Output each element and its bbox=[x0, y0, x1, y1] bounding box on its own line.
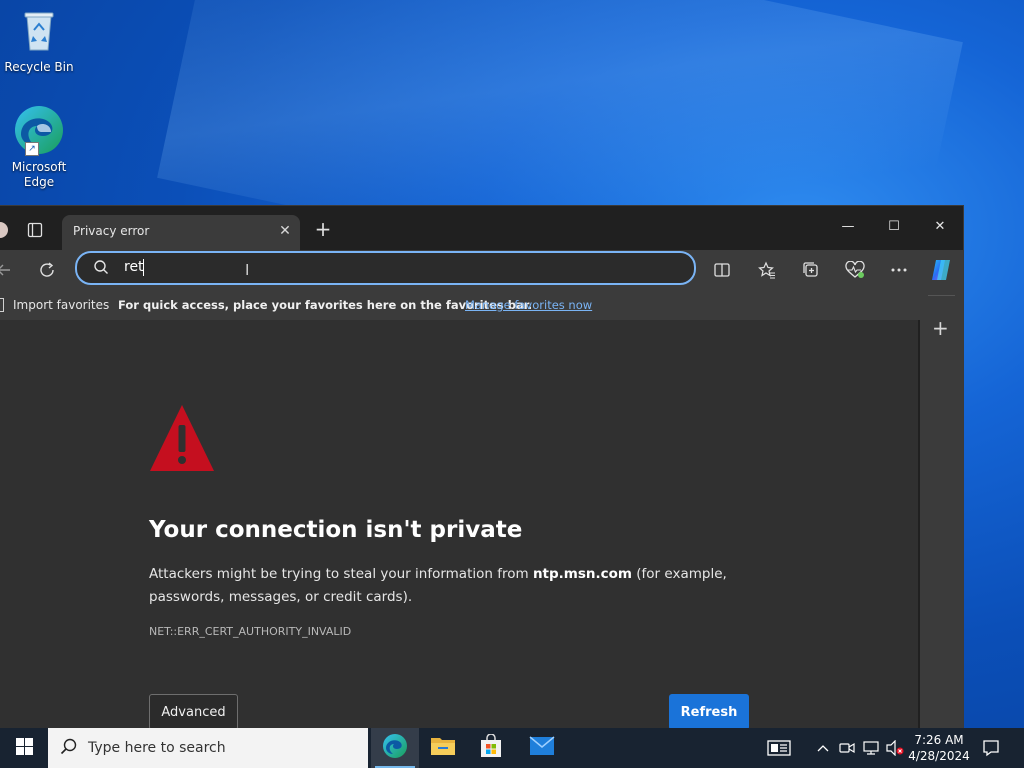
sidebar-divider bbox=[928, 295, 955, 296]
desktop-icon-recycle-bin[interactable]: Recycle Bin bbox=[1, 8, 77, 75]
error-page: Your connection isn't private Attackers … bbox=[0, 320, 918, 730]
mail-envelope-icon bbox=[529, 736, 555, 760]
notifications-icon[interactable] bbox=[978, 728, 1004, 768]
toolbar: ret I bbox=[0, 250, 963, 290]
favorites-bar: Import favorites For quick access, place… bbox=[0, 290, 928, 320]
copilot-icon[interactable] bbox=[927, 256, 955, 284]
edge-browser-window: Privacy error ✕ + — ☐ ✕ ret I Import fav… bbox=[0, 205, 964, 730]
title-bar: Privacy error ✕ + — ☐ ✕ bbox=[0, 206, 963, 250]
tab-close-icon[interactable]: ✕ bbox=[278, 224, 292, 238]
sidebar-panel: + bbox=[920, 290, 963, 729]
error-description: Attackers might be trying to steal your … bbox=[149, 563, 769, 609]
error-description-prefix: Attackers might be trying to steal your … bbox=[149, 566, 533, 582]
maximize-button[interactable]: ☐ bbox=[872, 212, 916, 242]
clock-time: 7:26 AM bbox=[914, 733, 964, 747]
folder-icon bbox=[430, 735, 456, 761]
taskbar-store[interactable] bbox=[467, 728, 515, 768]
tab-title: Privacy error bbox=[73, 224, 150, 238]
text-caret bbox=[143, 259, 144, 276]
tab-actions bbox=[0, 216, 60, 244]
settings-more-icon[interactable] bbox=[885, 256, 913, 284]
sidebar-add-icon[interactable]: + bbox=[932, 316, 949, 340]
taskbar-search-box[interactable]: Type here to search bbox=[48, 728, 368, 768]
error-host: ntp.msn.com bbox=[532, 566, 632, 582]
taskbar-search-placeholder: Type here to search bbox=[88, 740, 226, 756]
advanced-button[interactable]: Advanced bbox=[149, 694, 238, 730]
import-favorites-icon bbox=[0, 298, 4, 312]
store-bag-icon bbox=[479, 733, 503, 762]
search-icon bbox=[93, 259, 109, 279]
taskbar-file-explorer[interactable] bbox=[419, 728, 467, 768]
volume-muted-icon[interactable] bbox=[884, 728, 906, 768]
refresh-icon[interactable] bbox=[33, 256, 61, 284]
network-icon[interactable] bbox=[861, 728, 881, 768]
close-window-button[interactable]: ✕ bbox=[918, 212, 962, 242]
address-input[interactable]: ret bbox=[124, 259, 144, 275]
browser-essentials-heart-icon[interactable] bbox=[841, 256, 869, 284]
address-bar[interactable]: ret I bbox=[75, 251, 696, 285]
back-arrow-icon[interactable] bbox=[0, 256, 18, 284]
favorites-star-icon[interactable] bbox=[753, 256, 781, 284]
news-widget-icon[interactable] bbox=[764, 728, 794, 768]
start-button[interactable] bbox=[0, 728, 48, 768]
error-heading: Your connection isn't private bbox=[149, 517, 523, 543]
collections-icon[interactable] bbox=[797, 256, 825, 284]
desktop-icon-label: Microsoft Edge bbox=[11, 160, 67, 189]
windows-logo-icon bbox=[15, 737, 33, 759]
clock-date: 4/28/2024 bbox=[908, 749, 970, 763]
manage-favorites-link[interactable]: Manage favorites now bbox=[465, 298, 592, 312]
ibeam-cursor-icon: I bbox=[245, 261, 250, 279]
desktop-icon-label: Recycle Bin bbox=[4, 60, 74, 74]
edge-icon: ↗ bbox=[13, 104, 65, 156]
split-screen-icon[interactable] bbox=[708, 256, 736, 284]
meet-now-icon[interactable] bbox=[838, 728, 856, 768]
recycle-bin-icon bbox=[1, 8, 77, 56]
minimize-button[interactable]: — bbox=[826, 212, 870, 242]
tab-privacy-error[interactable]: Privacy error ✕ bbox=[62, 215, 300, 250]
show-hidden-icons-chevron-icon[interactable] bbox=[814, 728, 832, 768]
import-favorites-button[interactable]: Import favorites bbox=[13, 298, 109, 312]
taskbar: Type here to search 7:26 AM 4/28/2024 bbox=[0, 728, 1024, 768]
taskbar-mail[interactable] bbox=[518, 728, 566, 768]
taskbar-clock[interactable]: 7:26 AM 4/28/2024 bbox=[906, 732, 972, 764]
taskbar-edge[interactable] bbox=[371, 728, 419, 768]
error-code: NET::ERR_CERT_AUTHORITY_INVALID bbox=[149, 625, 352, 638]
edge-icon bbox=[382, 733, 408, 763]
refresh-button[interactable]: Refresh bbox=[669, 694, 749, 730]
search-icon bbox=[60, 738, 78, 760]
desktop-icon-edge[interactable]: ↗ Microsoft Edge bbox=[1, 104, 77, 190]
shortcut-arrow-icon: ↗ bbox=[25, 142, 39, 156]
profile-avatar[interactable] bbox=[0, 222, 8, 238]
new-tab-icon[interactable]: + bbox=[314, 219, 332, 239]
tab-actions-menu-icon[interactable] bbox=[27, 222, 43, 242]
warning-triangle-icon bbox=[148, 403, 216, 477]
